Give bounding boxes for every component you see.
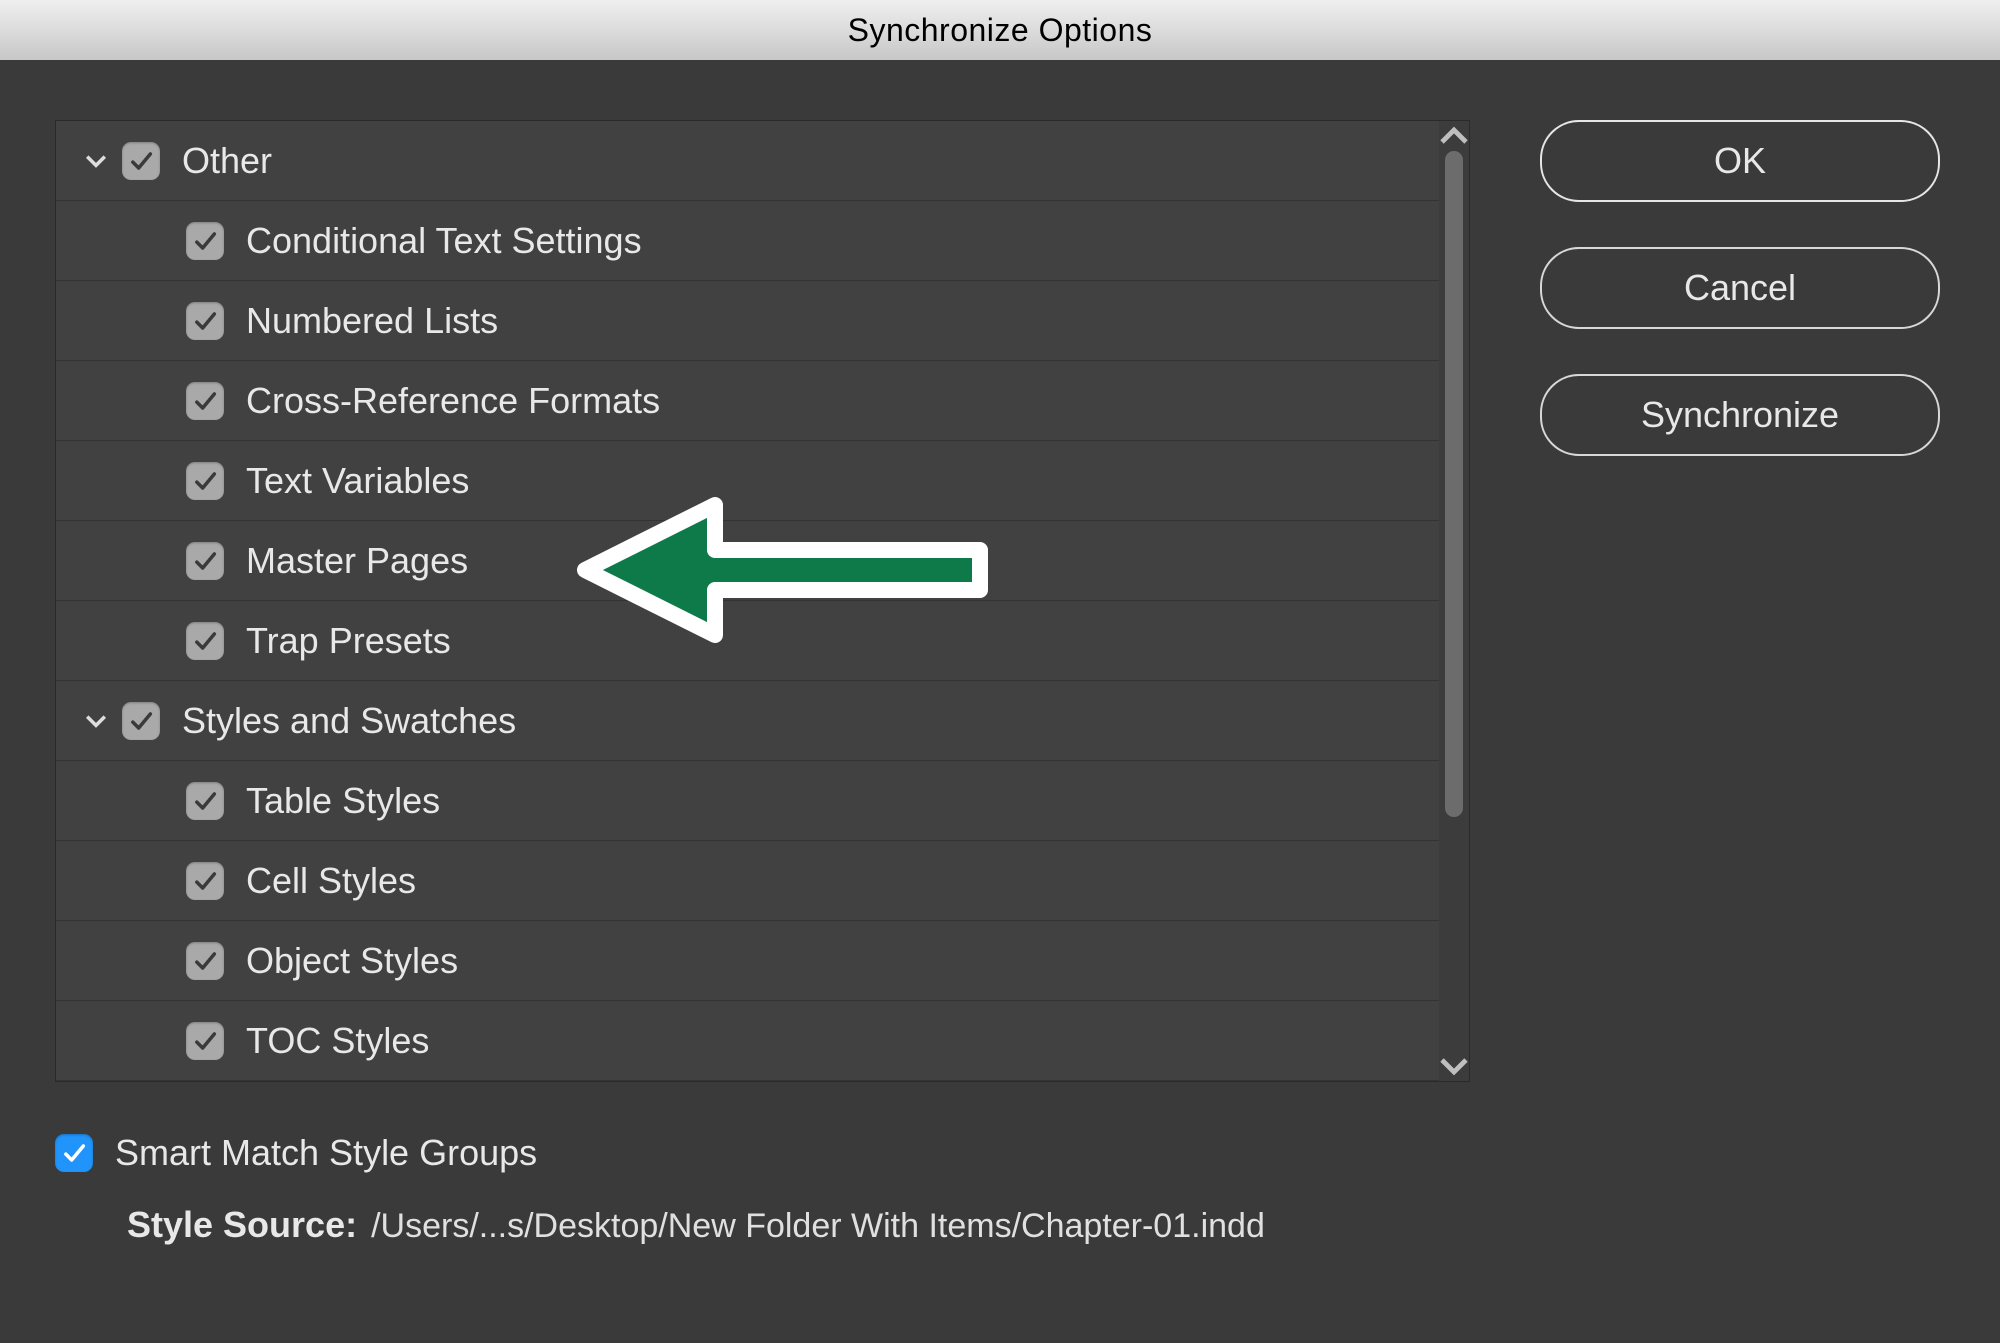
tree-item-label: Master Pages (246, 540, 468, 582)
tree-item-row[interactable]: Cell Styles (56, 841, 1439, 921)
scroll-down-arrow-icon[interactable] (1439, 1051, 1469, 1081)
scroll-track[interactable] (1439, 151, 1469, 1051)
tree-item-row[interactable]: TOC Styles (56, 1001, 1439, 1081)
tree-group-label: Styles and Swatches (182, 700, 516, 742)
checkbox[interactable] (186, 942, 224, 980)
tree-item-label: Text Variables (246, 460, 469, 502)
tree-item-row[interactable]: Table Styles (56, 761, 1439, 841)
checkbox[interactable] (186, 542, 224, 580)
checkbox[interactable] (122, 702, 160, 740)
synchronize-button-label: Synchronize (1641, 394, 1839, 436)
tree-group-label: Other (182, 140, 272, 182)
checkbox[interactable] (186, 782, 224, 820)
tree-item-label: TOC Styles (246, 1020, 429, 1062)
checkbox[interactable] (122, 142, 160, 180)
footer: Smart Match Style Groups Style Source: /… (55, 1132, 1470, 1246)
style-source-path: /Users/...s/Desktop/New Folder With Item… (371, 1207, 1265, 1246)
tree-item-label: Numbered Lists (246, 300, 498, 342)
tree-item-row[interactable]: Numbered Lists (56, 281, 1439, 361)
button-column: OK Cancel Synchronize (1540, 120, 1940, 1303)
tree-group-row[interactable]: Other (56, 121, 1439, 201)
checkbox[interactable] (186, 1022, 224, 1060)
tree-item-label: Table Styles (246, 780, 440, 822)
ok-button-label: OK (1714, 140, 1766, 182)
title-bar: Synchronize Options (0, 0, 2000, 61)
window-title: Synchronize Options (848, 12, 1153, 49)
smart-match-label: Smart Match Style Groups (115, 1132, 537, 1174)
chevron-down-icon[interactable] (76, 710, 116, 732)
checkbox[interactable] (186, 302, 224, 340)
cancel-button[interactable]: Cancel (1540, 247, 1940, 329)
checkbox[interactable] (186, 222, 224, 260)
tree-item-label: Object Styles (246, 940, 458, 982)
tree-item-row[interactable]: Master Pages (56, 521, 1439, 601)
options-tree: Other Conditional Text Settings Numbered L… (55, 120, 1470, 1082)
dialog-panel: Other Conditional Text Settings Numbered L… (0, 60, 2000, 1343)
tree-group-row[interactable]: Styles and Swatches (56, 681, 1439, 761)
checkbox[interactable] (186, 462, 224, 500)
style-source-label: Style Source: (127, 1204, 357, 1246)
scroll-thumb[interactable] (1445, 151, 1463, 817)
checkbox[interactable] (186, 382, 224, 420)
chevron-down-icon[interactable] (76, 150, 116, 172)
tree-item-row[interactable]: Trap Presets (56, 601, 1439, 681)
tree-item-label: Trap Presets (246, 620, 451, 662)
synchronize-button[interactable]: Synchronize (1540, 374, 1940, 456)
scroll-up-arrow-icon[interactable] (1439, 121, 1469, 151)
tree-item-label: Cell Styles (246, 860, 416, 902)
tree-item-row[interactable]: Conditional Text Settings (56, 201, 1439, 281)
checkbox[interactable] (186, 862, 224, 900)
checkbox[interactable] (186, 622, 224, 660)
tree-item-row[interactable]: Text Variables (56, 441, 1439, 521)
ok-button[interactable]: OK (1540, 120, 1940, 202)
cancel-button-label: Cancel (1684, 267, 1796, 309)
scrollbar[interactable] (1439, 121, 1469, 1081)
tree-item-row[interactable]: Object Styles (56, 921, 1439, 1001)
smart-match-checkbox[interactable] (55, 1134, 93, 1172)
tree-item-label: Conditional Text Settings (246, 220, 642, 262)
tree-item-label: Cross-Reference Formats (246, 380, 660, 422)
tree-item-row[interactable]: Cross-Reference Formats (56, 361, 1439, 441)
